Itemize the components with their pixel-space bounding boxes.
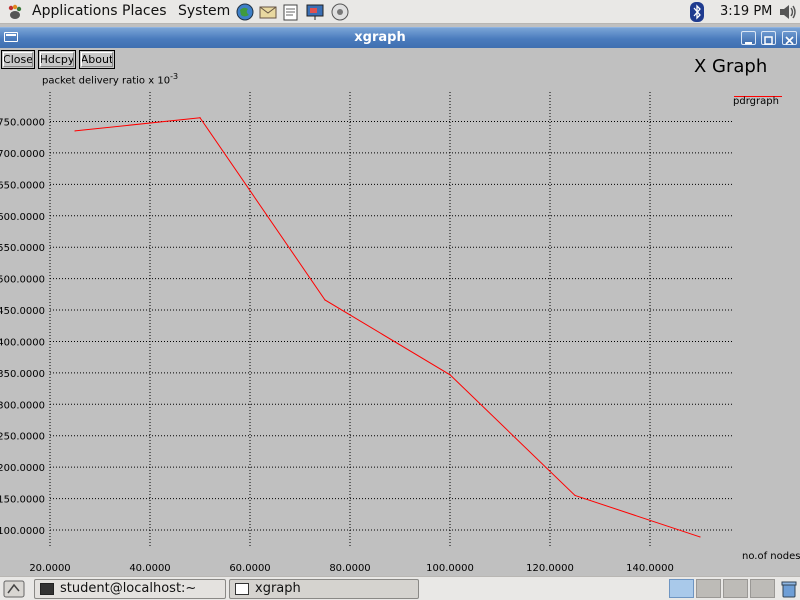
- data-point: [199, 117, 201, 119]
- y-tick-label: 550.0000: [0, 243, 45, 254]
- x-tick-label: 140.0000: [626, 563, 674, 574]
- y-tick-label: 600.0000: [0, 212, 45, 223]
- y-tick-label: 450.0000: [0, 306, 45, 317]
- y-tick-label: 250.0000: [0, 432, 45, 443]
- x-tick-label: 40.0000: [129, 563, 170, 574]
- y-tick-label: 750.0000: [0, 118, 45, 129]
- data-point: [699, 536, 701, 538]
- legend-label-pdrgraph: pdrgraph: [733, 96, 779, 107]
- data-point: [574, 494, 576, 497]
- window-icon: [235, 583, 249, 595]
- taskbar-item-xgraph[interactable]: xgraph: [229, 579, 419, 599]
- workspace-4[interactable]: [750, 579, 775, 598]
- data-point: [74, 130, 76, 132]
- y-tick-label: 300.0000: [0, 400, 45, 411]
- workspace-1[interactable]: [669, 579, 694, 598]
- y-tick-label: 100.0000: [0, 526, 45, 537]
- workspace-2[interactable]: [696, 579, 721, 598]
- x-tick-label: 120.0000: [526, 563, 574, 574]
- taskbar-item-terminal[interactable]: student@localhost:~: [34, 579, 226, 599]
- plot-area: 20.0000 40.0000 60.0000 80.0000 100.0000 120.…: [0, 92, 733, 574]
- y-tick-label: 200.0000: [0, 463, 45, 474]
- trash-icon[interactable]: [780, 580, 798, 598]
- y-tick-label: 700.0000: [0, 149, 45, 160]
- workspace-3[interactable]: [723, 579, 748, 598]
- x-tick-label: 100.0000: [426, 563, 474, 574]
- terminal-icon: [40, 583, 54, 595]
- y-tick-label: 150.0000: [0, 495, 45, 506]
- x-tick-label: 60.0000: [229, 563, 270, 574]
- taskbar-item-label: xgraph: [255, 581, 301, 596]
- y-tick-label: 350.0000: [0, 369, 45, 380]
- x-tick-label: 20.0000: [29, 563, 70, 574]
- data-point: [324, 299, 326, 301]
- x-axis-label: no.of nodes: [742, 551, 800, 562]
- x-tick-label: 80.0000: [329, 563, 370, 574]
- data-point: [449, 374, 451, 376]
- show-desktop-icon[interactable]: [3, 580, 25, 598]
- taskbar-item-label: student@localhost:~: [60, 581, 197, 596]
- bottom-panel: student@localhost:~ xgraph: [0, 576, 800, 600]
- y-tick-label: 500.0000: [0, 275, 45, 286]
- series-line-pdrgraph: [74, 117, 701, 538]
- y-tick-label: 400.0000: [0, 337, 45, 348]
- y-tick-label: 650.0000: [0, 180, 45, 191]
